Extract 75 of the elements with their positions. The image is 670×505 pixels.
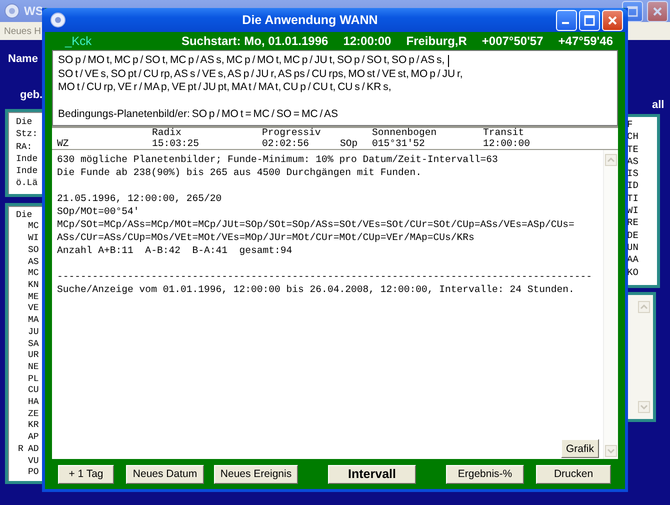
maximize-icon	[584, 14, 595, 26]
header-text: Freiburg,R	[406, 34, 467, 48]
field-label: all	[652, 99, 664, 111]
table-cell-text: 015°31'52	[372, 138, 426, 149]
list-item[interactable]: F	[627, 119, 633, 132]
list-item[interactable]: KN	[16, 280, 39, 292]
list-item[interactable]: ö.Lä	[16, 177, 38, 190]
list-item[interactable]: WI	[16, 233, 39, 245]
list-item[interactable]: VE	[16, 303, 39, 316]
action-button[interactable]: Neues Datum	[126, 464, 204, 484]
header-text: +007°50'57	[482, 34, 544, 48]
close-button[interactable]	[602, 10, 623, 30]
column-header: Radix	[152, 128, 182, 138]
list-item[interactable]: KO	[627, 266, 638, 279]
name-label: Name	[8, 53, 38, 65]
table-cell-text: SOp	[340, 138, 359, 149]
minimize-icon	[562, 22, 568, 24]
list-item[interactable]: VU	[16, 456, 39, 468]
minimize-button[interactable]	[556, 10, 577, 30]
list-item[interactable]: PO	[16, 467, 39, 479]
chart-code: _Kck	[65, 34, 93, 48]
table-cell-text: 12:00:00	[483, 138, 532, 149]
action-button[interactable]: Ergebnis-%	[446, 464, 524, 484]
action-button[interactable]: Intervall	[328, 464, 416, 484]
app-icon	[4, 3, 20, 19]
header-text: +47°59'46	[558, 34, 613, 48]
graph-button[interactable]: Grafik	[560, 439, 599, 458]
table-cell-text: 02:02:56	[262, 138, 310, 149]
list-item[interactable]: KR	[16, 420, 39, 432]
list-item[interactable]: MC	[16, 268, 39, 280]
list-item[interactable]: ID	[627, 180, 638, 193]
list-item[interactable]: PL	[16, 374, 39, 386]
action-button[interactable]: Drucken	[536, 464, 611, 484]
list-item[interactable]: DE	[627, 230, 638, 242]
list-item[interactable]: MC	[16, 221, 39, 234]
close-button[interactable]	[647, 0, 668, 22]
list-item[interactable]: Die	[16, 116, 32, 128]
list-item[interactable]: Inde	[16, 165, 38, 178]
list-item[interactable]: R AD	[16, 444, 39, 456]
column-header: Sonnenbogen	[372, 128, 438, 138]
list-item[interactable]: RA:	[16, 140, 32, 153]
list-item[interactable]: ZE	[16, 408, 39, 420]
list-item[interactable]: Stz:	[16, 128, 38, 141]
action-button[interactable]: Neues Ereignis	[214, 464, 298, 484]
list-item[interactable]: AS	[16, 256, 39, 268]
action-button[interactable]: + 1 Tag	[58, 464, 114, 484]
header-text: Suchstart: Mo, 01.01.1996	[181, 34, 328, 48]
list-item[interactable]: IS	[627, 168, 638, 180]
list-item[interactable]: Inde	[16, 152, 38, 166]
list-item[interactable]: UR	[16, 350, 39, 362]
conditions-field[interactable]: SO p / MO t, MC p / SO t, MC p / AS s, MC p / MO t, MC p / JU t, SO p / SO t, SO p / AS s, SO t / VE s, SO pt / CU rp, AS s / VE s, AS p / JU r, AS ps / CU rps, MO st / VE st, MO p / JU r, MO t / CU rp, VE r / MA p, VE pt / JU pt, MA t / MA t, CU p / CU t, CU s / KR s, Bedingungs-Planetenbild/er: SO p / MO t = MC / SO = MC / AS	[52, 50, 618, 126]
table-cell-text: WZ	[57, 138, 70, 149]
list-item[interactable]: Die	[16, 210, 32, 222]
dialog-title: Die Anwendung WANN	[241, 13, 379, 27]
column-header: Progressiv	[262, 128, 322, 138]
close-icon	[607, 14, 618, 26]
list-item[interactable]: SA	[16, 338, 39, 350]
list-item[interactable]: AP	[16, 432, 39, 444]
list-item[interactable]: SO	[16, 244, 39, 257]
list-item[interactable]: ME	[16, 292, 39, 304]
list-item[interactable]: MA	[16, 315, 39, 327]
close-icon	[652, 6, 663, 16]
header-text: 12:00:00	[343, 34, 392, 48]
list-item[interactable]: NE	[16, 362, 39, 374]
list-item[interactable]: CU	[16, 385, 39, 398]
list-item[interactable]: TI	[627, 192, 638, 206]
birth-label: geb.	[20, 89, 43, 101]
list-item[interactable]: TE	[627, 144, 638, 156]
list-item[interactable]: JU	[16, 326, 39, 339]
app-icon	[50, 12, 66, 28]
list-item[interactable]: HA	[16, 397, 39, 409]
table-cell-text: 15:03:25	[152, 138, 200, 149]
column-header: Transit	[483, 128, 526, 138]
maximize-button[interactable]	[579, 10, 600, 30]
list-item[interactable]: RE	[627, 217, 638, 230]
